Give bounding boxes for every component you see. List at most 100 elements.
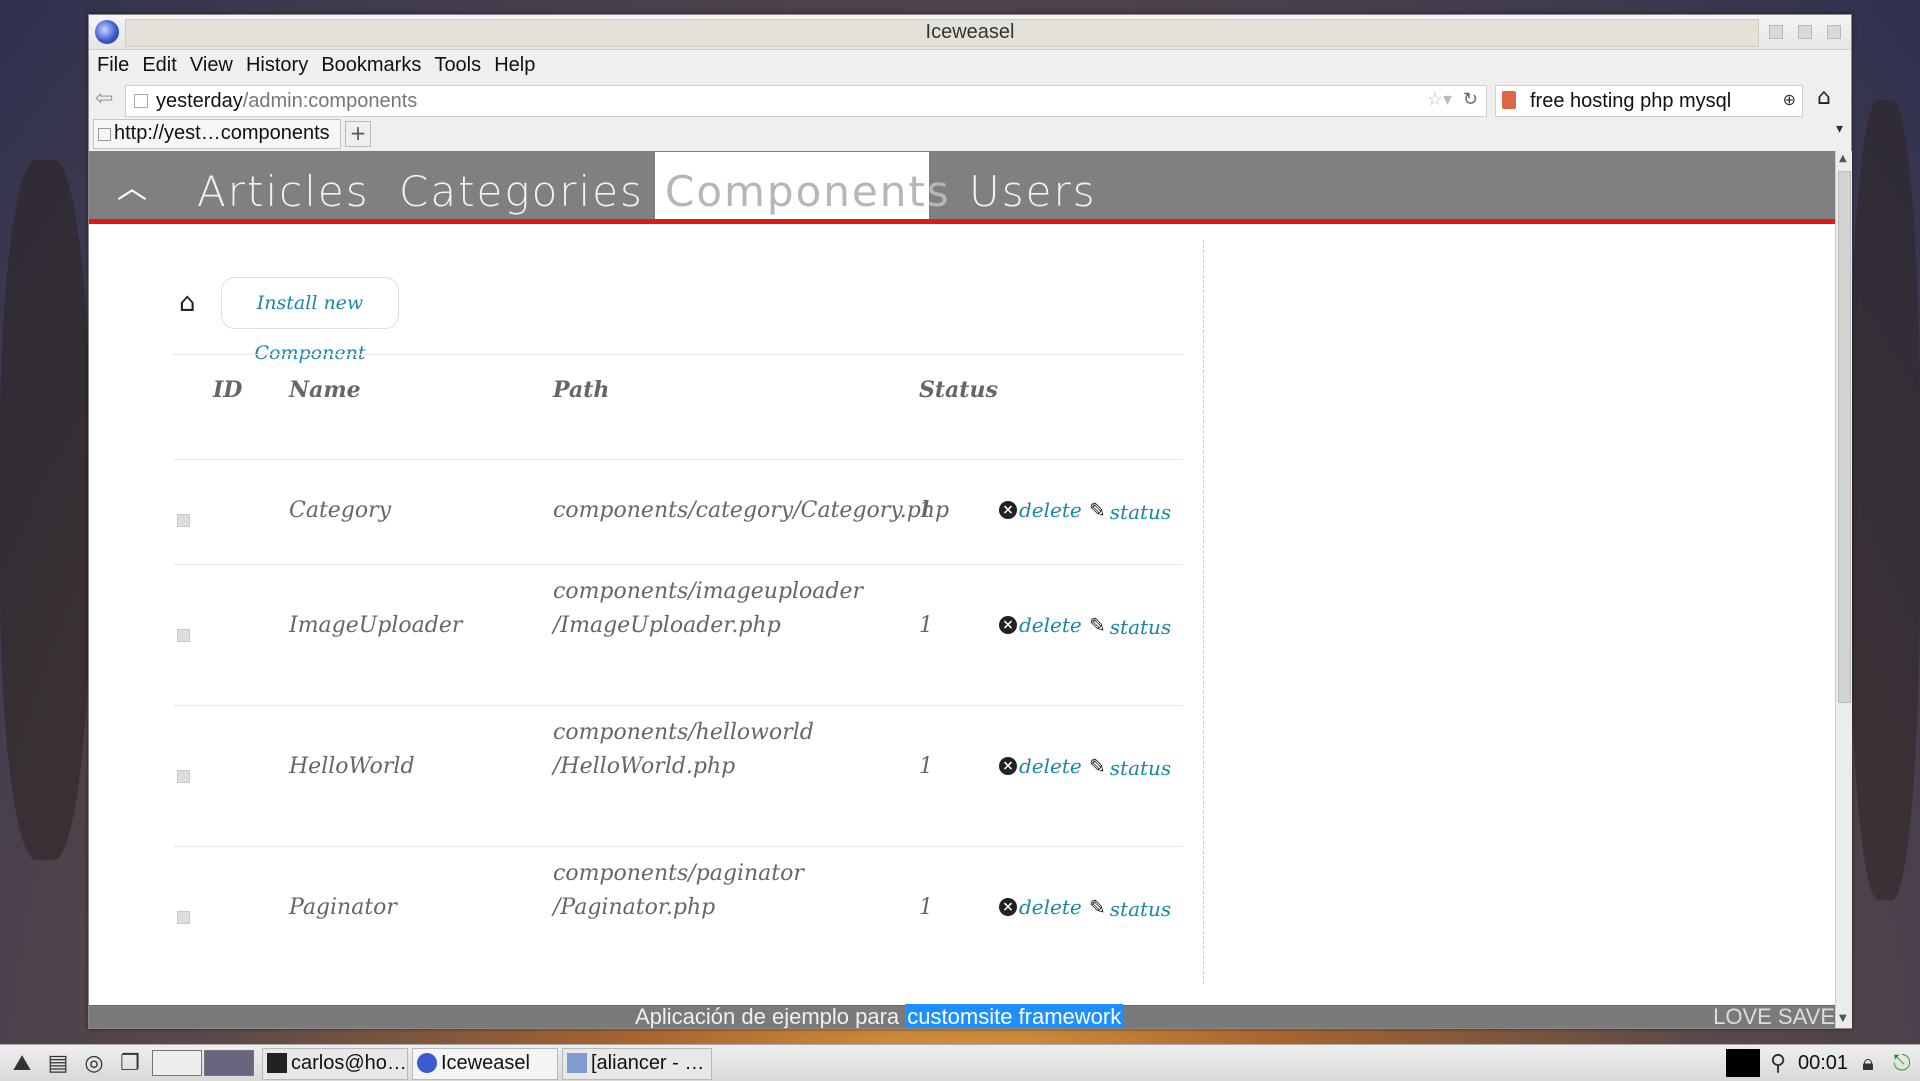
delete-link[interactable]: × delete	[999, 498, 1082, 522]
workspace-1[interactable]	[152, 1050, 202, 1076]
column-divider	[1203, 240, 1204, 984]
menu-help[interactable]: Help	[494, 54, 535, 77]
column-header-status: Status	[919, 377, 998, 403]
search-go-icon[interactable]: ⊕	[1783, 90, 1796, 110]
column-header-name: Name	[289, 377, 361, 403]
taskbar-task-browser[interactable]: Iceweasel	[412, 1048, 558, 1080]
taskbar-task-editor[interactable]: [aliancer - …	[562, 1048, 712, 1080]
menu-view[interactable]: View	[190, 54, 233, 77]
component-path: components/imageuploader/ImageUploader.p…	[553, 575, 863, 643]
show-desktop-icon[interactable]: ❐	[116, 1049, 144, 1077]
footer-link[interactable]: customsite framework	[905, 1004, 1124, 1028]
scroll-down-icon[interactable]: ▼	[1839, 1013, 1847, 1024]
component-status: 1	[919, 613, 933, 638]
component-path-line1: components/category/Category.php	[553, 498, 950, 523]
menu-history[interactable]: History	[246, 54, 308, 77]
nav-tab-categories[interactable]: Categories	[399, 167, 644, 216]
url-host: yesterday	[156, 90, 243, 112]
status-label: status	[1109, 615, 1172, 639]
minimize-button[interactable]	[1769, 25, 1783, 39]
table-row: Paginator components/paginator/Paginator…	[173, 847, 1183, 987]
status-link[interactable]: ✎ status	[1089, 613, 1171, 639]
menu-bookmarks[interactable]: Bookmarks	[321, 54, 421, 77]
pencil-icon: ✎	[1089, 754, 1106, 778]
chevron-up-icon[interactable]: ︿	[117, 163, 147, 207]
component-path: components/category/Category.php	[553, 494, 949, 528]
install-new-component-button[interactable]: Install new Component	[221, 277, 399, 364]
menu-file[interactable]: File	[97, 54, 129, 77]
component-path: components/paginator/Paginator.php	[553, 857, 804, 925]
home-icon[interactable]: ⌂	[179, 288, 196, 318]
tab-bar: http://yest…components + ▾	[89, 119, 1851, 149]
search-bar[interactable]: free hosting php mysql ⊕	[1495, 85, 1803, 117]
status-link[interactable]: ✎ status	[1089, 498, 1171, 524]
component-path-line1: components/imageuploader	[553, 579, 864, 604]
file-manager-icon[interactable]: ▤	[44, 1049, 72, 1077]
browser-tab[interactable]: http://yest…components	[93, 119, 341, 149]
logout-icon[interactable]: ⎋	[1888, 1049, 1916, 1077]
delete-icon: ×	[999, 616, 1017, 634]
search-input[interactable]: free hosting php mysql	[1530, 90, 1731, 113]
url-text: yesterday/admin:components	[156, 90, 417, 113]
delete-icon: ×	[999, 501, 1017, 519]
close-button[interactable]	[1827, 25, 1841, 39]
clock[interactable]: 00:01	[1798, 1052, 1848, 1075]
browser-launcher-icon[interactable]: ◎	[80, 1049, 108, 1077]
cpu-monitor-icon	[1726, 1049, 1760, 1077]
task-label: carlos@ho…	[291, 1052, 407, 1074]
home-button-icon[interactable]: ⌂	[1817, 85, 1845, 113]
bookmark-star-icon[interactable]: ☆▾	[1427, 89, 1452, 110]
title-bar[interactable]: Iceweasel	[89, 15, 1851, 50]
delete-label: delete	[1019, 754, 1082, 778]
component-status: 1	[919, 895, 933, 920]
taskbar-task-terminal[interactable]: carlos@ho…	[262, 1048, 408, 1080]
taskbar: ⛰ ▤ ◎ ❐ carlos@ho… Iceweasel [aliancer -…	[0, 1044, 1920, 1081]
component-path-line2: /ImageUploader.php	[553, 613, 781, 638]
workspace-pager[interactable]	[152, 1050, 254, 1076]
nav-tab-components[interactable]: Components	[655, 152, 949, 219]
component-status: 1	[919, 498, 933, 523]
row-checkbox[interactable]	[177, 911, 190, 924]
start-menu-icon[interactable]: ⛰	[8, 1049, 36, 1077]
status-label: status	[1109, 500, 1172, 524]
delete-icon: ×	[999, 757, 1017, 775]
status-link[interactable]: ✎ status	[1089, 754, 1171, 780]
row-checkbox[interactable]	[177, 629, 190, 642]
scrollbar-thumb[interactable]	[1838, 171, 1851, 703]
vertical-scrollbar[interactable]: ▲ ▼	[1835, 151, 1852, 1028]
tab-page-icon	[98, 128, 111, 141]
menu-tools[interactable]: Tools	[434, 54, 481, 77]
new-tab-icon[interactable]: +	[345, 121, 371, 147]
row-checkbox[interactable]	[177, 514, 190, 527]
pencil-icon: ✎	[1089, 895, 1106, 919]
url-bar[interactable]: yesterday/admin:components ☆▾ ↻	[125, 85, 1487, 117]
row-checkbox[interactable]	[177, 770, 190, 783]
back-arrow-icon[interactable]: ⇦	[95, 87, 119, 111]
nav-tab-users[interactable]: Users	[969, 167, 1097, 216]
component-name: Paginator	[289, 895, 397, 920]
background-tree	[1850, 100, 1920, 900]
maximize-button[interactable]	[1798, 25, 1812, 39]
component-path-line2: /Paginator.php	[553, 895, 716, 920]
tab-list-arrow-icon[interactable]: ▾	[1836, 121, 1843, 137]
window-title: Iceweasel	[925, 21, 1015, 43]
lock-icon[interactable]: 🔒︎	[1854, 1049, 1882, 1077]
network-icon[interactable]: ⚲	[1764, 1049, 1792, 1077]
scroll-up-icon[interactable]: ▲	[1839, 153, 1847, 164]
delete-label: delete	[1019, 613, 1082, 637]
delete-link[interactable]: × delete	[999, 895, 1082, 919]
search-engine-icon[interactable]	[1502, 91, 1516, 109]
browser-window: Iceweasel File Edit View History Bookmar…	[88, 14, 1852, 1029]
page-viewport: ︿ Articles Categories Components Users ⌂…	[89, 151, 1835, 1028]
component-name: ImageUploader	[289, 613, 463, 638]
table-row: HelloWorld components/helloworld/HelloWo…	[173, 706, 1183, 846]
delete-link[interactable]: × delete	[999, 754, 1082, 778]
menu-edit[interactable]: Edit	[142, 54, 176, 77]
workspace-2[interactable]	[204, 1050, 254, 1076]
status-label: status	[1109, 756, 1172, 780]
nav-tab-articles[interactable]: Articles	[197, 167, 370, 216]
status-link[interactable]: ✎ status	[1089, 895, 1171, 921]
delete-link[interactable]: × delete	[999, 613, 1082, 637]
table-row: ImageUploader components/imageuploader/I…	[173, 565, 1183, 705]
reload-icon[interactable]: ↻	[1463, 89, 1478, 110]
